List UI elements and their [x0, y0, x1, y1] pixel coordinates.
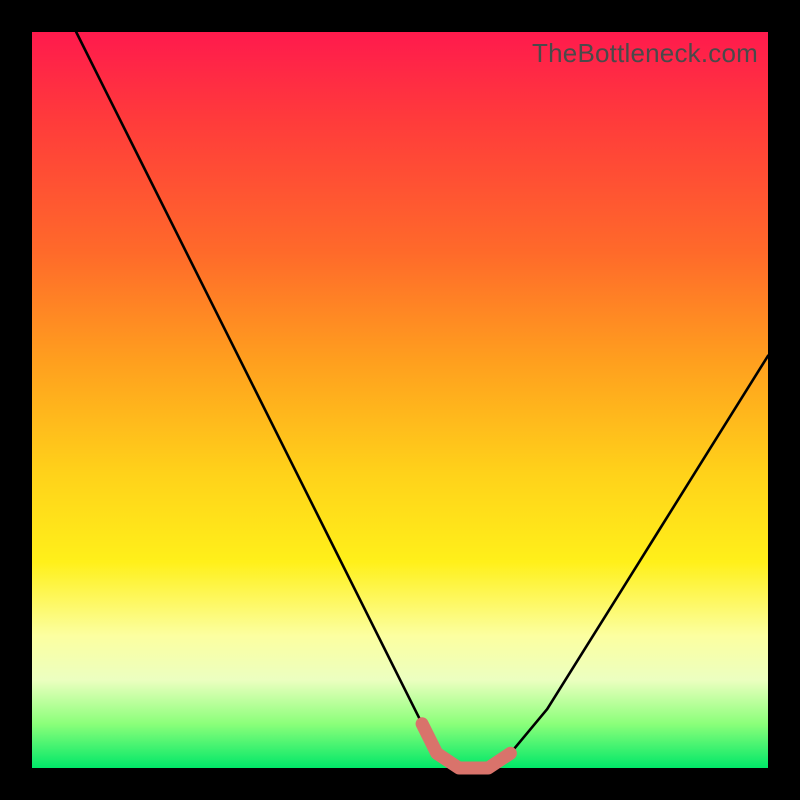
flat-bottom-highlight [422, 724, 510, 768]
plot-area: TheBottleneck.com [32, 32, 768, 768]
chart-frame: TheBottleneck.com [0, 0, 800, 800]
bottleneck-curve [76, 32, 768, 768]
curve-layer [32, 32, 768, 768]
